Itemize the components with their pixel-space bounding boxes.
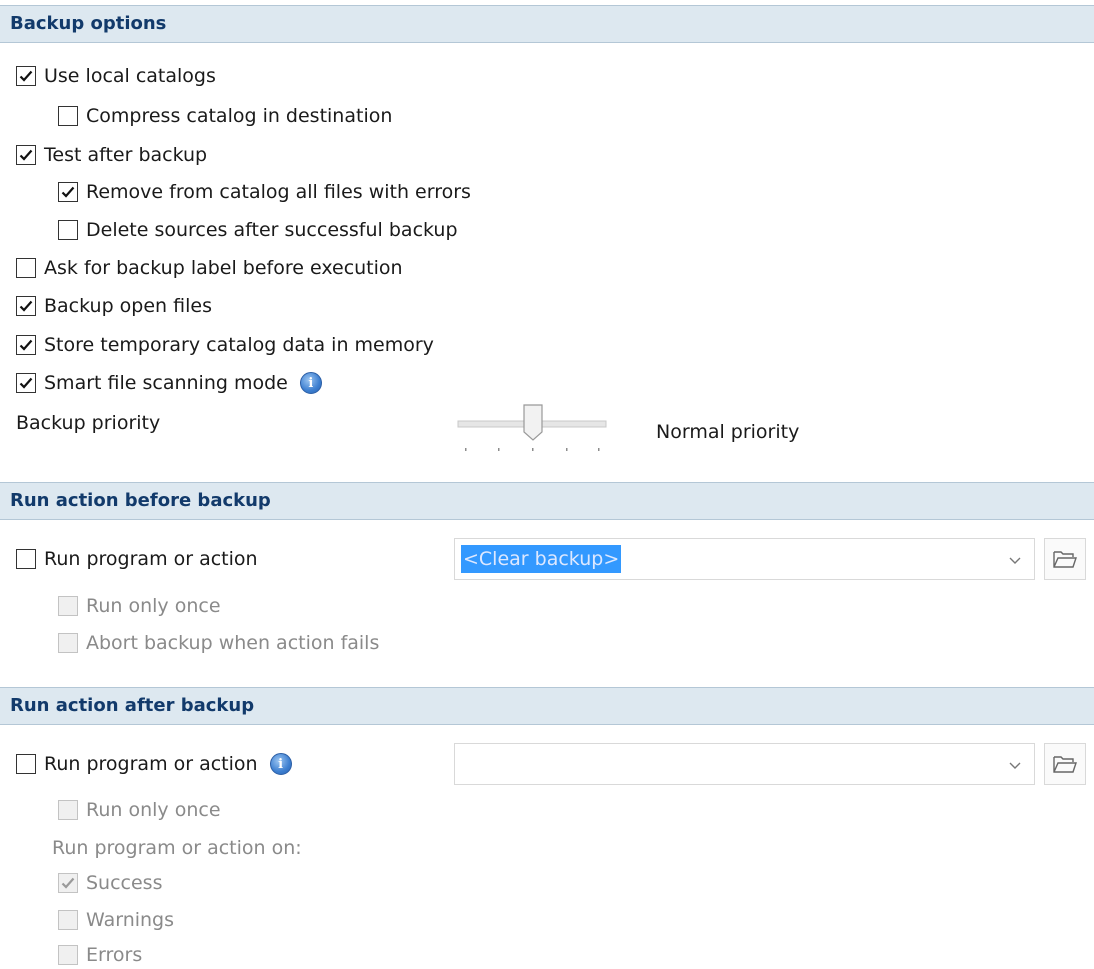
folder-icon bbox=[1053, 551, 1077, 568]
backup-priority-label: Backup priority bbox=[16, 412, 161, 434]
combo-value: <Clear backup> bbox=[461, 545, 622, 573]
warnings-checkbox[interactable]: Warnings bbox=[58, 906, 174, 934]
checkbox-label: Smart file scanning mode bbox=[44, 372, 288, 394]
remove-files-with-errors-checkbox[interactable]: Remove from catalog all files with error… bbox=[58, 178, 471, 206]
run-after-once-checkbox[interactable]: Run only once bbox=[58, 796, 221, 824]
checkbox-label: Success bbox=[86, 872, 163, 894]
checkbox-box[interactable] bbox=[58, 182, 78, 202]
run-after-header: Run action after backup bbox=[0, 687, 1094, 725]
checkbox-box[interactable] bbox=[16, 335, 36, 355]
ask-backup-label-checkbox[interactable]: Ask for backup label before execution bbox=[16, 254, 403, 282]
smart-scanning-checkbox[interactable]: Smart file scanning mode i bbox=[16, 369, 322, 397]
chevron-down-icon[interactable] bbox=[1006, 551, 1024, 569]
checkbox-box[interactable] bbox=[58, 873, 78, 893]
store-temp-catalog-checkbox[interactable]: Store temporary catalog data in memory bbox=[16, 331, 434, 359]
compress-catalog-checkbox[interactable]: Compress catalog in destination bbox=[58, 102, 392, 130]
run-after-program-combo[interactable] bbox=[454, 743, 1035, 785]
section-title: Run action before backup bbox=[10, 490, 271, 511]
checkbox-label: Errors bbox=[86, 944, 143, 966]
checkbox-label: Run only once bbox=[86, 799, 221, 821]
use-local-catalogs-checkbox[interactable]: Use local catalogs bbox=[16, 62, 216, 90]
backup-options-header: Backup options bbox=[0, 5, 1094, 43]
slider-thumb bbox=[523, 404, 543, 441]
run-before-once-checkbox[interactable]: Run only once bbox=[58, 592, 221, 620]
checkbox-label: Warnings bbox=[86, 909, 175, 931]
backup-priority-slider[interactable] bbox=[456, 402, 608, 458]
checkbox-label: Backup open files bbox=[44, 295, 212, 317]
backup-open-files-checkbox[interactable]: Backup open files bbox=[16, 292, 212, 320]
priority-value-text: Normal priority bbox=[656, 421, 800, 443]
chevron-down-icon[interactable] bbox=[1006, 756, 1024, 774]
run-after-program-checkbox[interactable]: Run program or action i bbox=[16, 750, 292, 778]
checkbox-label: Run program or action bbox=[44, 548, 258, 570]
slider-ticks bbox=[465, 448, 600, 451]
checkbox-label: Remove from catalog all files with error… bbox=[86, 181, 471, 203]
checkbox-box[interactable] bbox=[16, 549, 36, 569]
checkbox-label: Delete sources after successful backup bbox=[86, 219, 458, 241]
checkbox-box[interactable] bbox=[58, 910, 78, 930]
combo-value bbox=[461, 750, 465, 778]
checkbox-label: Compress catalog in destination bbox=[86, 105, 393, 127]
checkbox-box[interactable] bbox=[16, 296, 36, 316]
checkbox-box[interactable] bbox=[58, 220, 78, 240]
checkbox-box[interactable] bbox=[16, 754, 36, 774]
checkbox-label: Abort backup when action fails bbox=[86, 632, 380, 654]
delete-sources-checkbox[interactable]: Delete sources after successful backup bbox=[58, 216, 458, 244]
checkbox-box[interactable] bbox=[16, 373, 36, 393]
checkbox-box[interactable] bbox=[16, 258, 36, 278]
section-title: Run action after backup bbox=[10, 695, 255, 716]
checkbox-label: Ask for backup label before execution bbox=[44, 257, 403, 279]
success-checkbox[interactable]: Success bbox=[58, 869, 162, 897]
checkbox-label: Test after backup bbox=[44, 144, 208, 166]
run-before-browse-button[interactable] bbox=[1044, 538, 1086, 580]
checkbox-box[interactable] bbox=[58, 633, 78, 653]
section-title: Backup options bbox=[10, 13, 167, 34]
test-after-backup-checkbox[interactable]: Test after backup bbox=[16, 141, 207, 169]
run-after-browse-button[interactable] bbox=[1044, 743, 1086, 785]
info-icon[interactable]: i bbox=[269, 753, 292, 775]
run-before-program-checkbox[interactable]: Run program or action bbox=[16, 545, 258, 573]
run-before-program-combo[interactable]: <Clear backup> bbox=[454, 538, 1035, 580]
checkbox-box[interactable] bbox=[16, 66, 36, 86]
info-icon[interactable]: i bbox=[299, 372, 322, 394]
abort-on-fail-checkbox[interactable]: Abort backup when action fails bbox=[58, 629, 379, 657]
checkbox-label: Run only once bbox=[86, 595, 221, 617]
checkbox-box[interactable] bbox=[58, 596, 78, 616]
checkbox-box[interactable] bbox=[58, 945, 78, 965]
checkbox-box[interactable] bbox=[58, 106, 78, 126]
checkbox-box[interactable] bbox=[16, 145, 36, 165]
checkbox-box[interactable] bbox=[58, 800, 78, 820]
run-before-header: Run action before backup bbox=[0, 482, 1094, 520]
checkbox-label: Run program or action bbox=[44, 753, 258, 775]
run-on-label: Run program or action on: bbox=[52, 837, 302, 859]
checkbox-label: Store temporary catalog data in memory bbox=[44, 334, 434, 356]
folder-icon bbox=[1053, 756, 1077, 773]
errors-checkbox[interactable]: Errors bbox=[58, 941, 142, 969]
checkbox-label: Use local catalogs bbox=[44, 65, 216, 87]
